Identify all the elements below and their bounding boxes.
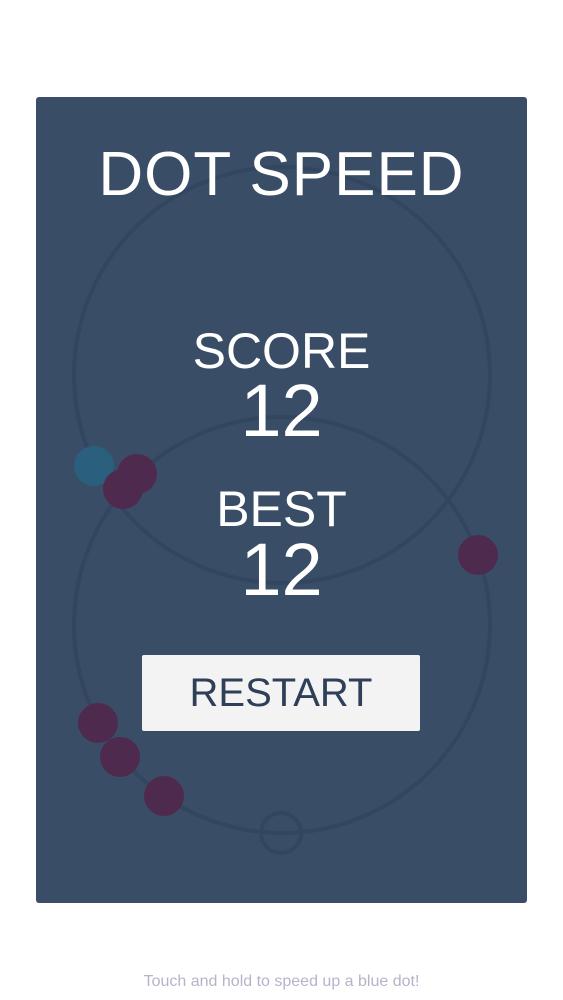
restart-button[interactable]: RESTART [142,655,420,731]
enemy-dot [78,703,118,743]
enemy-dot [100,737,140,777]
best-value: 12 [240,528,323,611]
instruction-hint: Touch and hold to speed up a blue dot! [143,973,420,990]
enemy-dot [144,776,184,816]
game-title: DOT SPEED [98,140,465,209]
game-panel[interactable]: DOT SPEED SCORE 12 BEST 12 RESTART [36,97,527,903]
score-value: 12 [240,369,323,452]
